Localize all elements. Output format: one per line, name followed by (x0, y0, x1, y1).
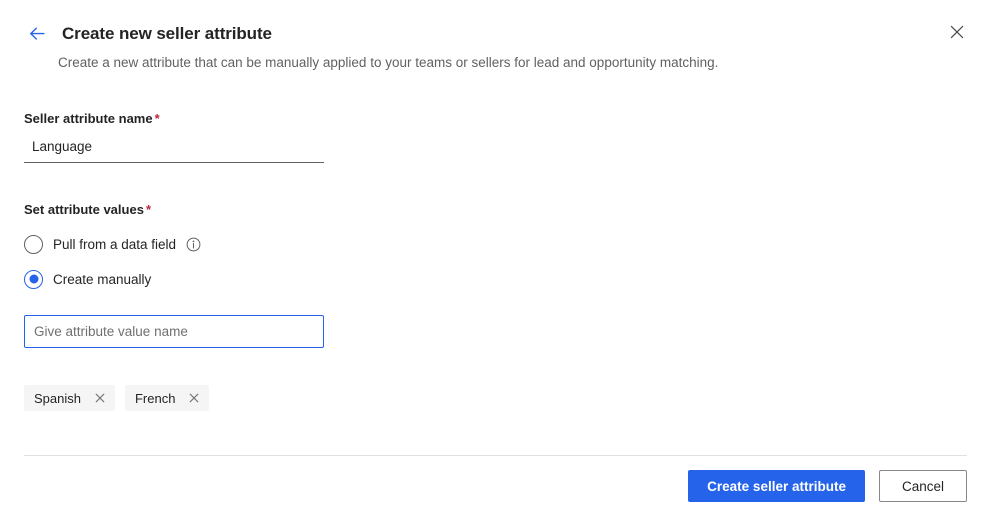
chip-remove-button-spanish[interactable] (91, 389, 109, 407)
radio-option-pull-from-data-field[interactable]: Pull from a data field (24, 233, 201, 255)
radio-indicator-checked[interactable] (24, 270, 43, 289)
close-icon (189, 393, 199, 403)
arrow-left-icon (27, 24, 47, 44)
seller-attribute-name-label: Seller attribute name* (24, 111, 160, 126)
footer-divider (24, 455, 967, 456)
attribute-values-chip-list: Spanish French (24, 385, 209, 411)
required-asterisk: * (155, 111, 160, 126)
create-seller-attribute-button[interactable]: Create seller attribute (688, 470, 865, 502)
chip-french[interactable]: French (125, 385, 209, 411)
panel-footer: Create seller attribute Cancel (688, 470, 967, 502)
attribute-value-input-wrapper (24, 315, 324, 348)
chip-label: Spanish (34, 391, 81, 406)
radio-label-pull-from-data-field: Pull from a data field (53, 237, 176, 252)
close-icon (95, 393, 105, 403)
info-icon[interactable] (186, 237, 201, 252)
chip-remove-button-french[interactable] (185, 389, 203, 407)
chip-label: French (135, 391, 175, 406)
attribute-value-input[interactable] (24, 315, 324, 348)
page-title: Create new seller attribute (62, 24, 272, 44)
required-asterisk: * (146, 202, 151, 217)
seller-attribute-name-label-text: Seller attribute name (24, 111, 153, 126)
set-attribute-values-label-text: Set attribute values (24, 202, 144, 217)
seller-attribute-name-input[interactable] (24, 134, 324, 163)
panel-header: Create new seller attribute (24, 20, 272, 48)
close-panel-button[interactable] (941, 16, 973, 48)
set-attribute-values-label: Set attribute values* (24, 202, 151, 217)
chip-spanish[interactable]: Spanish (24, 385, 115, 411)
radio-label-create-manually: Create manually (53, 272, 151, 287)
panel-subtitle: Create a new attribute that can be manua… (58, 55, 718, 70)
radio-option-create-manually[interactable]: Create manually (24, 268, 151, 290)
back-button[interactable] (24, 21, 50, 47)
cancel-button[interactable]: Cancel (879, 470, 967, 502)
close-icon (949, 24, 965, 40)
create-seller-attribute-panel: Create new seller attribute Create a new… (0, 0, 991, 526)
radio-indicator-unchecked[interactable] (24, 235, 43, 254)
